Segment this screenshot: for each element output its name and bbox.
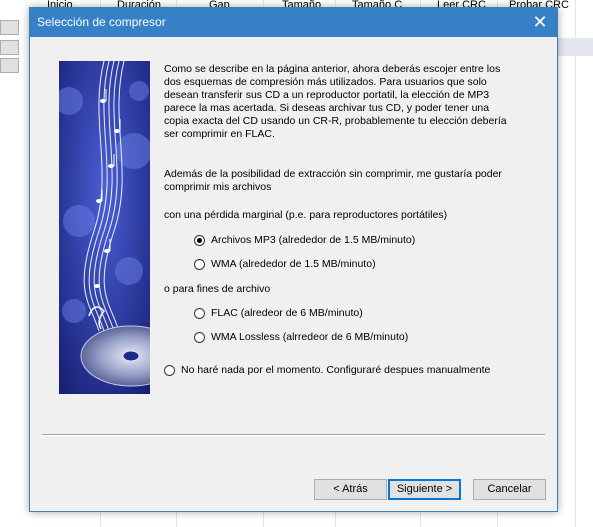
column-separator: [575, 0, 576, 527]
flac-option[interactable]: FLAC (alredeor de 6 MB/minuto): [194, 307, 363, 319]
dialog-title: Selección de compresor: [37, 15, 166, 29]
no-compression-option-label: No haré nada por el momento. Configuraré…: [181, 364, 491, 376]
question-paragraph: Además de la posibilidad de extracción s…: [164, 168, 502, 193]
archive-group-label: o para fines de archivo: [164, 283, 271, 295]
no-compression-radio[interactable]: [164, 364, 175, 376]
wma-lossless-option[interactable]: WMA Lossless (alrredeor de 6 MB/minuto): [194, 331, 408, 343]
wma-option[interactable]: WMA (alrededor de 1.5 MB/minuto): [194, 258, 376, 270]
cancel-button[interactable]: Cancelar: [473, 479, 546, 500]
background-side-button[interactable]: [0, 40, 19, 55]
next-button[interactable]: Siguiente >: [388, 479, 461, 500]
flac-radio[interactable]: [194, 307, 205, 319]
background-side-button[interactable]: [0, 58, 19, 73]
dialog-titlebar[interactable]: Selección de compresor ✕: [30, 8, 557, 37]
wma-option-label: WMA (alrededor de 1.5 MB/minuto): [211, 258, 376, 270]
no-compression-option[interactable]: No haré nada por el momento. Configuraré…: [164, 364, 490, 376]
back-button[interactable]: < Atrás: [314, 479, 387, 500]
mp3-radio[interactable]: [194, 234, 205, 246]
button-separator: [42, 434, 545, 436]
flac-option-label: FLAC (alredeor de 6 MB/minuto): [211, 307, 363, 319]
close-icon[interactable]: ✕: [523, 8, 557, 37]
wma-radio[interactable]: [194, 258, 205, 270]
wma-lossless-radio[interactable]: [194, 331, 205, 343]
intro-paragraph: Como se describe en la página anterior, …: [164, 63, 507, 140]
background-side-button[interactable]: [0, 20, 19, 35]
dialog-content: Como se describe en la página anterior, …: [30, 37, 557, 511]
compressor-selection-dialog: Selección de compresor ✕ Como se describ…: [29, 7, 558, 512]
wma-lossless-option-label: WMA Lossless (alrredeor de 6 MB/minuto): [211, 331, 409, 343]
mp3-option[interactable]: Archivos MP3 (alrededor de 1.5 MB/minuto…: [194, 234, 415, 246]
lossy-group-label: con una pérdida marginal (p.e. para repr…: [164, 209, 448, 221]
selected-track-row[interactable]: [557, 38, 593, 56]
music-cd-artwork: [59, 61, 150, 394]
mp3-option-label: Archivos MP3 (alrededor de 1.5 MB/minuto…: [211, 234, 416, 246]
